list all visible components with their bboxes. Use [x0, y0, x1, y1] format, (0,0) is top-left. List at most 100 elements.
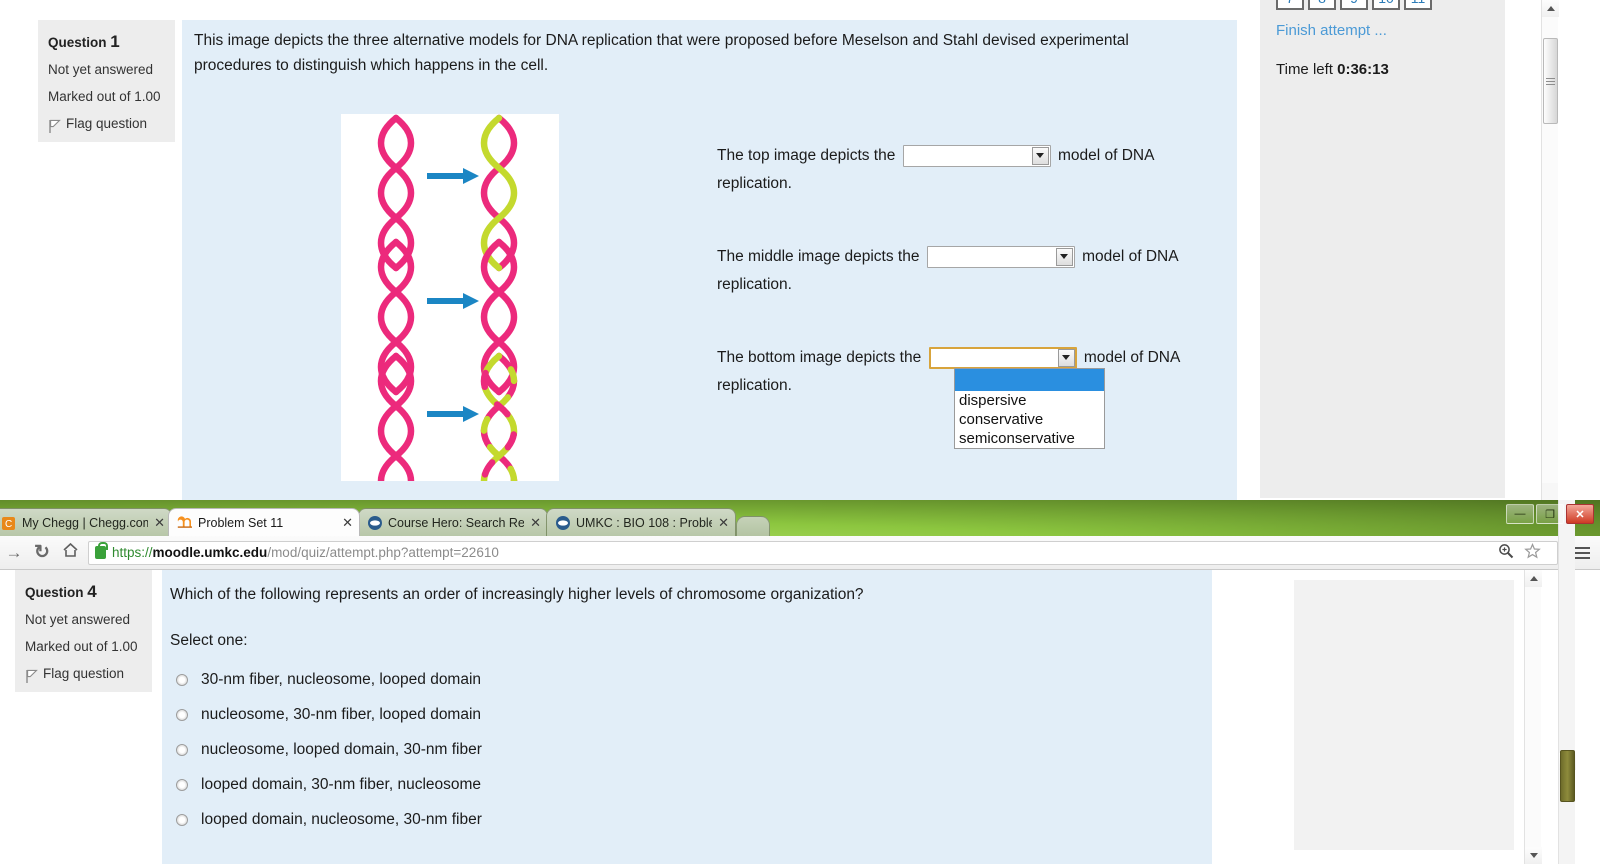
select-top-model[interactable]	[902, 144, 1051, 167]
flag-question-1-button[interactable]: Flag question	[48, 110, 163, 137]
question-nav-buttons: 7 8 9 10 11	[1276, 0, 1436, 10]
tab-my-chegg[interactable]: C My Chegg | Chegg.com ✕	[0, 508, 172, 536]
flag-question-1-label: Flag question	[66, 116, 148, 131]
front-window-scrollbar[interactable]	[1524, 570, 1542, 864]
question-nav-10[interactable]: 10	[1372, 0, 1400, 10]
radio-button-icon[interactable]	[176, 778, 188, 791]
chevron-down-icon[interactable]	[1057, 348, 1075, 367]
time-left-value: 0:36:13	[1337, 61, 1389, 78]
scroll-up-button[interactable]	[1542, 0, 1559, 17]
arrow-icon-2	[427, 293, 479, 309]
answer-option-5-label: looped domain, nucleosome, 30-nm fiber	[201, 810, 482, 828]
option-conservative[interactable]: conservative	[955, 410, 1104, 429]
question-4-info-panel: Question 4 Not yet answered Marked out o…	[15, 570, 152, 692]
radio-button-icon[interactable]	[176, 673, 188, 686]
outer-window-scrollbar[interactable]	[1558, 500, 1576, 864]
close-button[interactable]: ✕	[1566, 504, 1594, 524]
tab-umkc-bio-108-title: UMKC : BIO 108 : Problem	[576, 515, 713, 530]
tab-problem-set-11-title: Problem Set 11	[198, 515, 284, 530]
option-semiconservative[interactable]: semiconservative	[955, 429, 1104, 448]
dropdown-line-bottom-pretext: The bottom image depicts the	[717, 349, 922, 366]
browser-titlebar: C My Chegg | Chegg.com ✕ Problem Set 11 …	[0, 500, 1600, 536]
finish-attempt-link[interactable]: Finish attempt ...	[1276, 22, 1387, 39]
dropdown-line-middle: The middle image depicts the model of DN…	[717, 243, 1217, 299]
close-icon[interactable]: ✕	[530, 515, 541, 531]
answer-option-2[interactable]: nucleosome, 30-nm fiber, looped domain	[176, 697, 482, 732]
chevron-down-icon[interactable]	[1055, 247, 1073, 266]
flag-question-4-label: Flag question	[43, 666, 125, 681]
option-dispersive[interactable]: dispersive	[955, 391, 1104, 410]
question-1-marks: Marked out of 1.00	[48, 89, 161, 104]
question-number: 1	[110, 32, 120, 51]
flag-icon	[48, 116, 61, 133]
option-blank[interactable]	[955, 369, 1104, 391]
scroll-up-button[interactable]	[1525, 570, 1542, 587]
scrollbar-thumb[interactable]	[1560, 750, 1575, 802]
quiz-page-question-4: Question 4 Not yet answered Marked out o…	[0, 570, 1600, 864]
close-icon[interactable]: ✕	[154, 515, 165, 531]
question-nav-11[interactable]: 11	[1404, 0, 1432, 10]
answer-option-2-label: nucleosome, 30-nm fiber, looped domain	[201, 705, 482, 723]
flag-question-4-button[interactable]: Flag question	[25, 660, 140, 687]
question-1-body: This image depicts the three alternative…	[182, 20, 1237, 508]
maximize-button[interactable]: ❐	[1536, 504, 1564, 524]
question-label: Question	[48, 35, 107, 50]
new-tab-button[interactable]	[736, 516, 770, 536]
radio-button-icon[interactable]	[176, 743, 188, 756]
select-middle-model[interactable]	[926, 245, 1075, 268]
question-nav-8[interactable]: 8	[1308, 0, 1336, 10]
lock-icon	[95, 542, 108, 559]
minimize-button[interactable]: —	[1506, 504, 1534, 524]
question-4-marks: Marked out of 1.00	[25, 639, 138, 654]
menu-icon	[1574, 546, 1590, 559]
tab-problem-set-11[interactable]: Problem Set 11 ✕	[168, 508, 360, 536]
question-label: Question	[25, 585, 84, 600]
back-window-scrollbar[interactable]	[1541, 0, 1559, 500]
question-nav-7[interactable]: 7	[1276, 0, 1304, 10]
question-4-body: Which of the following represents an ord…	[162, 570, 1212, 864]
answer-option-4-label: looped domain, 30-nm fiber, nucleosome	[201, 775, 482, 793]
question-1-info-panel: Question 1 Not yet answered Marked out o…	[38, 20, 175, 142]
close-icon[interactable]: ✕	[718, 515, 729, 531]
question-1-heading: Question 1	[48, 28, 163, 56]
scrollbar-track[interactable]	[1525, 587, 1541, 847]
scrollbar-thumb[interactable]	[1543, 38, 1558, 124]
url-host: moodle.umkc.edu	[152, 545, 268, 560]
url-path: /mod/quiz/attempt.php?attempt=22610	[267, 545, 499, 560]
tab-umkc-bio-108[interactable]: UMKC : BIO 108 : Problem ✕	[546, 508, 736, 536]
time-left-label: Time left	[1276, 61, 1333, 78]
dropdown-line-top-pretext: The top image depicts the	[717, 147, 896, 164]
dna-replication-models-diagram	[341, 114, 559, 481]
answer-option-5[interactable]: looped domain, nucleosome, 30-nm fiber	[176, 802, 482, 837]
coursehero-icon	[367, 515, 383, 531]
star-icon[interactable]	[1524, 542, 1541, 562]
answer-option-1[interactable]: 30-nm fiber, nucleosome, looped domain	[176, 662, 482, 697]
dropdown-line-top: The top image depicts the model of DNA r…	[717, 142, 1217, 198]
arrow-icon-1	[427, 168, 479, 184]
radio-button-icon[interactable]	[176, 813, 188, 826]
reload-button[interactable]: ↻	[28, 541, 56, 564]
question-nav-9[interactable]: 9	[1340, 0, 1368, 10]
question-1-status: Not yet answered	[48, 62, 154, 77]
address-bar[interactable]: https://moodle.umkc.edu/mod/quiz/attempt…	[88, 540, 1558, 565]
chrome-browser-window: C My Chegg | Chegg.com ✕ Problem Set 11 …	[0, 500, 1600, 864]
time-left: Time left 0:36:13	[1276, 61, 1389, 78]
close-icon[interactable]: ✕	[342, 515, 353, 531]
select-bottom-model-options[interactable]: dispersive conservative semiconservative	[954, 368, 1105, 449]
home-button[interactable]	[56, 542, 84, 563]
answer-option-3[interactable]: nucleosome, looped domain, 30-nm fiber	[176, 732, 482, 767]
zoom-icon[interactable]	[1498, 543, 1514, 562]
dna-diagram-svg	[341, 114, 559, 481]
tab-course-hero[interactable]: Course Hero: Search Resul ✕	[358, 508, 548, 536]
forward-button[interactable]: →	[0, 543, 28, 563]
answer-option-1-label: 30-nm fiber, nucleosome, looped domain	[201, 670, 482, 688]
radio-button-icon[interactable]	[176, 708, 188, 721]
scrollbar-grip-icon	[1546, 77, 1555, 85]
scroll-down-button[interactable]	[1525, 847, 1542, 864]
coursehero-icon	[555, 515, 571, 531]
answer-option-4[interactable]: looped domain, 30-nm fiber, nucleosome	[176, 767, 482, 802]
chevron-down-icon[interactable]	[1031, 146, 1049, 165]
flag-icon	[25, 666, 38, 683]
select-bottom-model[interactable]	[928, 346, 1077, 369]
dropdown-line-middle-pretext: The middle image depicts the	[717, 248, 920, 265]
